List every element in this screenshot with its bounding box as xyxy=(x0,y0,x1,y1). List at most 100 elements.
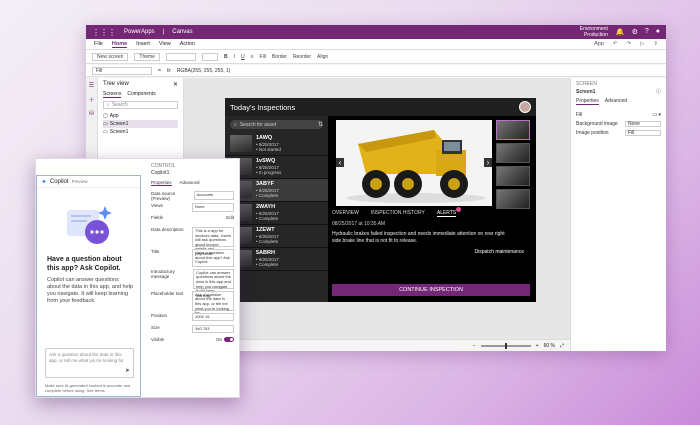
bell-icon[interactable]: 🔔 xyxy=(616,28,625,36)
menu-home[interactable]: Home xyxy=(111,41,128,48)
tree-node-screen[interactable]: ▭ Screen1 xyxy=(103,120,178,128)
zoom-slider[interactable] xyxy=(480,342,531,349)
copilot-properties-panel: CONTROL Copilot1 Properties Advanced Dat… xyxy=(146,159,239,397)
menu-file[interactable]: File xyxy=(94,41,103,47)
tab-alerts[interactable]: ALERTS xyxy=(436,207,462,217)
sort-icon[interactable]: ⇅ xyxy=(318,121,323,128)
app-checker[interactable]: App xyxy=(594,41,604,47)
cprops-kind: CONTROL xyxy=(151,163,176,169)
zoom-slider-thumb[interactable] xyxy=(504,342,507,349)
formula-input[interactable]: RGBA(255, 255, 255, 1) xyxy=(177,68,231,74)
position-input[interactable]: 1000 15 xyxy=(192,312,234,322)
help-icon[interactable]: ? xyxy=(645,28,649,36)
reorder-button[interactable]: Reorder xyxy=(293,54,311,60)
photo-thumbnail[interactable] xyxy=(496,120,530,140)
italic-button[interactable]: I xyxy=(234,54,235,60)
tree-search-input[interactable]: ⌕ Search xyxy=(103,101,178,109)
tree-node-label: Screen1 xyxy=(109,121,129,127)
title-input[interactable]: Have a question about this app? Ask Copi… xyxy=(192,249,234,267)
placeholder-text-input[interactable]: Ask a question about the data in this ap… xyxy=(192,290,234,315)
tab-overview[interactable]: OVERVIEW xyxy=(332,210,359,217)
list-item[interactable]: 5ABRH • 8/25/2017 • Complete xyxy=(225,248,328,271)
copilot-question-input[interactable]: Ask a question about the data in this ap… xyxy=(45,348,134,378)
menu-view[interactable]: View xyxy=(159,41,171,47)
tab-screens[interactable]: Screens xyxy=(103,91,122,98)
zoom-in-icon[interactable]: + xyxy=(536,343,539,349)
send-icon[interactable]: ➤ xyxy=(125,368,130,374)
underline-button[interactable]: U xyxy=(241,54,245,60)
image-position-select[interactable]: Fill xyxy=(625,129,661,136)
dispatch-maintenance-link[interactable]: Dispatch maintenance xyxy=(475,249,524,255)
font-select[interactable] xyxy=(165,52,196,61)
size-input[interactable]: 340 753 xyxy=(192,324,234,334)
fx-icon[interactable]: fx xyxy=(167,68,171,74)
align-button[interactable]: Align xyxy=(317,54,328,60)
close-icon[interactable]: ✕ xyxy=(173,81,178,88)
fields-edit-link[interactable]: Edit xyxy=(226,215,234,220)
share-icon[interactable]: ⇪ xyxy=(653,41,658,47)
status-bar: − + 60 % ⤢ xyxy=(184,339,570,351)
asset-status: • In progress xyxy=(256,170,282,175)
visible-toggle[interactable] xyxy=(224,336,234,342)
data-icon[interactable]: ⛁ xyxy=(89,110,94,117)
tree-node-app[interactable]: ▢ App xyxy=(103,112,178,120)
app-icon: ▢ xyxy=(103,113,108,119)
photo-thumbnail[interactable] xyxy=(496,166,530,186)
tab-advanced[interactable]: Advanced xyxy=(605,98,627,105)
help-icon[interactable]: ⓘ xyxy=(656,88,661,95)
new-screen-button[interactable]: New screen xyxy=(92,52,129,61)
font-size-select[interactable] xyxy=(201,52,218,61)
photo-prev-icon[interactable]: ‹ xyxy=(336,158,344,167)
data-description-input[interactable]: This is a app for invoices data. Users w… xyxy=(192,227,234,256)
tab-inspection-history[interactable]: INSPECTION HISTORY xyxy=(371,210,425,217)
photo-thumbnail[interactable] xyxy=(496,189,530,209)
asset-id: 2WAYH xyxy=(256,204,276,210)
asset-search-input[interactable]: ⌕ Search for asset xyxy=(230,120,323,129)
property-select[interactable]: Fill xyxy=(92,66,152,75)
redo-icon[interactable]: ↷ xyxy=(627,41,632,47)
background-image-select[interactable]: None xyxy=(625,120,661,127)
prop-label: Position xyxy=(151,312,168,318)
insert-icon[interactable]: ＋ xyxy=(88,95,94,104)
tab-components[interactable]: Components xyxy=(127,91,155,98)
app-title: Today's Inspections xyxy=(230,102,296,112)
inspections-app[interactable]: Today's Inspections ⌕ Search for asset ⇅… xyxy=(225,98,536,302)
list-item[interactable]: 1AWQ • 8/25/2017 • Not started xyxy=(225,133,328,156)
app-launcher-icon[interactable]: ⋮⋮⋮ xyxy=(92,28,116,37)
copilot-control[interactable]: ✦ Copilot Preview Have a question about … xyxy=(36,175,141,397)
theme-button[interactable]: Theme xyxy=(134,52,160,61)
avatar[interactable]: ● xyxy=(656,28,660,36)
prop-label: Fields xyxy=(151,215,164,220)
list-item[interactable]: 2WAYH • 8/25/2017 • Complete xyxy=(225,202,328,225)
list-item[interactable]: 1vSWQ • 8/25/2017 • In progress xyxy=(225,156,328,179)
fill-button[interactable]: Fill xyxy=(260,54,266,60)
fit-screen-icon[interactable]: ⤢ xyxy=(560,343,564,349)
gear-icon[interactable]: ⚙ xyxy=(632,28,638,36)
data-source-select[interactable]: Accounts xyxy=(193,191,234,200)
play-icon[interactable]: ▷ xyxy=(640,41,644,47)
views-select[interactable]: None xyxy=(192,203,234,212)
photo-next-icon[interactable]: › xyxy=(484,158,492,167)
photo-thumbnail[interactable] xyxy=(496,143,530,163)
menu-insert[interactable]: Insert xyxy=(136,41,150,47)
intro-message-input[interactable]: Copilot can answer questions about the d… xyxy=(193,268,234,298)
continue-inspection-button[interactable]: CONTINUE INSPECTION xyxy=(332,284,530,296)
tab-properties[interactable]: Properties xyxy=(576,98,599,105)
tab-properties[interactable]: Properties xyxy=(151,180,172,186)
tree-node-screen[interactable]: ▭ Screen1 xyxy=(103,128,178,136)
zoom-out-icon[interactable]: − xyxy=(473,343,476,349)
border-button[interactable]: Border xyxy=(272,54,287,60)
list-item[interactable]: 3ABYF • 8/25/2017 • Complete xyxy=(225,179,328,202)
avatar[interactable] xyxy=(519,101,531,113)
align-text-icon[interactable]: ≡ xyxy=(251,54,254,60)
undo-icon[interactable]: ↶ xyxy=(613,41,618,47)
tree-view-icon[interactable]: ☰ xyxy=(89,82,94,89)
asset-date: • 8/25/2017 xyxy=(256,187,279,193)
prop-label: Size xyxy=(151,324,160,330)
tab-advanced[interactable]: Advanced xyxy=(180,180,200,186)
environment-picker[interactable]: Environment Production xyxy=(580,26,608,38)
list-item[interactable]: 1ZEWT • 8/25/2017 • Complete xyxy=(225,225,328,248)
bold-button[interactable]: B xyxy=(224,54,228,60)
fill-color-picker[interactable]: ▭ ▾ xyxy=(652,112,661,118)
menu-action[interactable]: Action xyxy=(180,41,195,47)
